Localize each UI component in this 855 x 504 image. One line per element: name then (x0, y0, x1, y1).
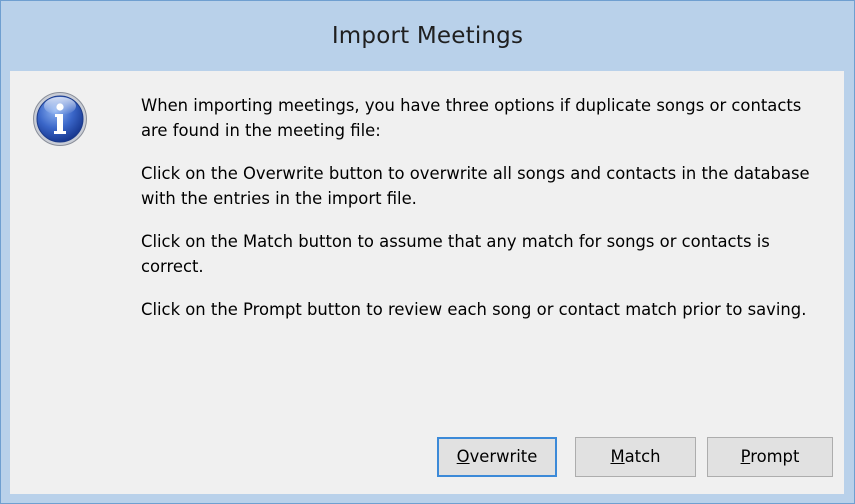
message-paragraph-intro: When importing meetings, you have three … (141, 96, 802, 140)
message-paragraph-prompt: Click on the Prompt button to review eac… (141, 300, 807, 319)
prompt-button[interactable]: Prompt (707, 437, 833, 477)
match-label-rest: atch (624, 447, 661, 466)
prompt-mnemonic: P (740, 447, 751, 466)
dialog-message: When importing meetings, you have three … (141, 93, 821, 340)
match-mnemonic: M (610, 447, 625, 466)
import-meetings-dialog: Import Meetings When importing meetings,… (0, 0, 855, 504)
prompt-label-rest: rompt (750, 447, 800, 466)
dialog-body: When importing meetings, you have three … (10, 71, 844, 494)
match-button[interactable]: Match (575, 437, 696, 477)
information-icon (33, 92, 87, 146)
message-paragraph-overwrite: Click on the Overwrite button to overwri… (141, 164, 810, 208)
message-paragraph-match: Click on the Match button to assume that… (141, 232, 770, 276)
overwrite-mnemonic: O (456, 447, 470, 466)
window-title: Import Meetings (331, 23, 524, 49)
overwrite-button[interactable]: Overwrite (437, 437, 557, 477)
overwrite-label-rest: verwrite (469, 447, 538, 466)
title-bar[interactable]: Import Meetings (1, 1, 854, 71)
